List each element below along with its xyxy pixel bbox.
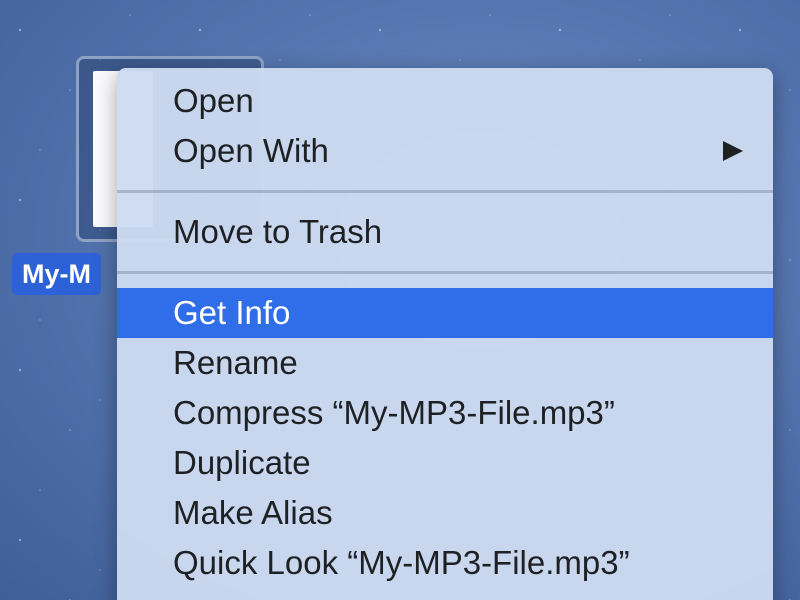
menu-separator: [117, 190, 773, 193]
menu-item-open-with-label: Open With: [173, 132, 329, 169]
menu-item-compress[interactable]: Compress “My-MP3-File.mp3”: [117, 388, 773, 438]
menu-item-open[interactable]: Open: [117, 76, 773, 126]
menu-item-quick-look[interactable]: Quick Look “My-MP3-File.mp3”: [117, 538, 773, 588]
menu-item-move-to-trash[interactable]: Move to Trash: [117, 207, 773, 257]
menu-separator: [117, 271, 773, 274]
menu-item-rename[interactable]: Rename: [117, 338, 773, 388]
menu-item-open-with[interactable]: Open With: [117, 126, 773, 176]
file-name-label[interactable]: My-M: [12, 253, 101, 295]
menu-item-duplicate[interactable]: Duplicate: [117, 438, 773, 488]
triangle-right-icon: [723, 141, 743, 161]
menu-item-get-info[interactable]: Get Info: [117, 288, 773, 338]
context-menu: Open Open With Move to Trash Get Info Re…: [117, 68, 773, 600]
menu-item-make-alias[interactable]: Make Alias: [117, 488, 773, 538]
